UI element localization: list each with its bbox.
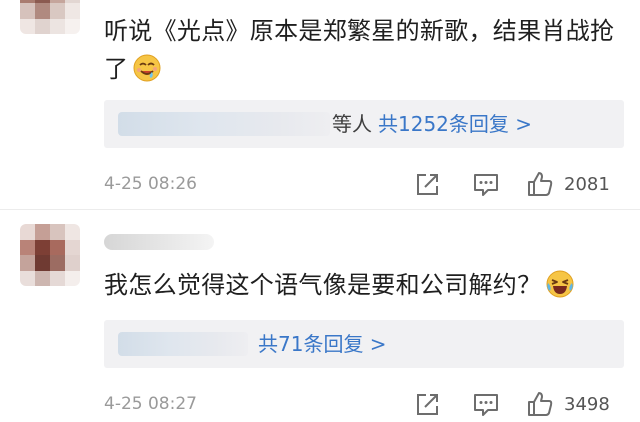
comment-item: 我怎么觉得这个语气像是要和公司解约？ 共71条回复 > 4-25 08:27 3…	[0, 210, 640, 421]
view-replies-link[interactable]: 共71条回复 >	[258, 332, 387, 356]
reply-summary[interactable]: 共71条回复 >	[258, 330, 387, 358]
share-icon[interactable]	[414, 390, 442, 418]
timestamp: 4-25 08:27	[104, 394, 197, 414]
comment-icon[interactable]	[472, 170, 500, 198]
view-replies-link[interactable]: 共1252条回复 >	[378, 112, 532, 136]
share-icon[interactable]	[414, 170, 442, 198]
comment-body: 听说《光点》原本是郑繁星的新歌，结果肖战抢了	[104, 17, 615, 83]
comment-item: 听说《光点》原本是郑繁星的新歌，结果肖战抢了 等人 共1252条回复 > 4-25…	[0, 0, 640, 210]
username-blurred[interactable]	[104, 234, 214, 250]
like-count: 3498	[564, 394, 610, 415]
comment-meta: 4-25 08:26 2081	[104, 170, 624, 200]
reply-usernames-blurred	[118, 332, 248, 356]
avatar[interactable]	[20, 0, 80, 34]
avatar[interactable]	[20, 224, 80, 286]
like-icon[interactable]	[526, 390, 554, 418]
comment-text: 听说《光点》原本是郑繁星的新歌，结果肖战抢了	[104, 12, 624, 88]
comment-meta: 4-25 08:27 3498	[104, 390, 624, 420]
reply-preview[interactable]: 等人 共1252条回复 >	[104, 100, 624, 148]
comment-text: 我怎么觉得这个语气像是要和公司解约？	[104, 266, 624, 304]
drooling-face-emoji	[132, 53, 162, 83]
reply-usernames-blurred	[118, 112, 330, 136]
like-count: 2081	[564, 174, 610, 195]
comment-body: 我怎么觉得这个语气像是要和公司解约？	[104, 271, 542, 299]
laughing-tears-emoji	[545, 269, 575, 299]
reply-prefix: 等人	[332, 112, 372, 136]
reply-preview[interactable]: 共71条回复 >	[104, 320, 624, 368]
reply-summary[interactable]: 等人 共1252条回复 >	[332, 110, 532, 138]
comment-icon[interactable]	[472, 390, 500, 418]
timestamp: 4-25 08:26	[104, 174, 197, 194]
like-icon[interactable]	[526, 170, 554, 198]
